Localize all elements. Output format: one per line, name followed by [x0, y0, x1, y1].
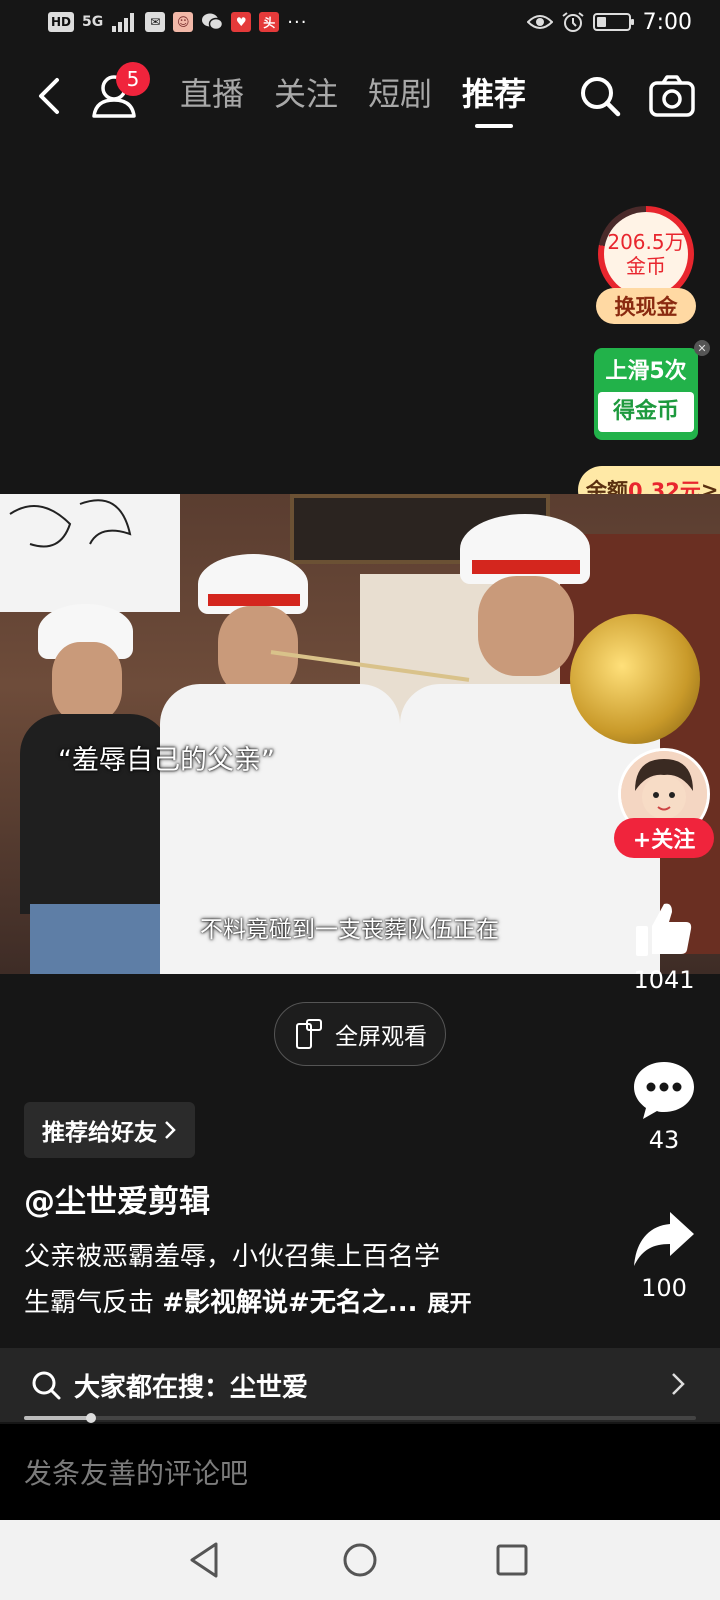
tab-bar: 直播 关注 短剧 推荐 [180, 72, 526, 116]
follow-button[interactable]: +关注 [614, 818, 714, 858]
battery-icon [592, 13, 634, 31]
description-line2: 生霸气反击 [24, 1288, 163, 1318]
swipe-task-line2: 得金币 [598, 392, 694, 432]
back-triangle-icon[interactable] [184, 1538, 228, 1582]
coin-amount: 206.5万 [607, 230, 685, 254]
like-action[interactable]: 1041 [618, 898, 710, 994]
playback-progress-bar[interactable] [24, 1413, 696, 1423]
more-notifications: ··· [287, 11, 308, 33]
alarm-icon [561, 12, 584, 32]
hd-icon: HD [48, 12, 75, 32]
phone-rotate-icon [296, 1019, 322, 1049]
like-icon[interactable] [632, 898, 696, 962]
recommend-label: 推荐给好友 [42, 1120, 157, 1146]
like-count: 1041 [633, 966, 695, 994]
status-right: 7:00 [526, 9, 692, 35]
share-action[interactable]: 100 [618, 1210, 710, 1302]
camera-icon[interactable] [648, 74, 696, 118]
trending-search-label: 大家都在搜：尘世爱 [74, 1372, 309, 1403]
description-line2-wrap: 生霸气反击 #影视解说#无名之... 展开 [24, 1280, 544, 1328]
video-player[interactable]: “羞辱自己的父亲” 不料竟碰到一支丧葬队伍正在 [0, 494, 720, 974]
author-name[interactable]: @尘世爱剪辑 [24, 1176, 210, 1221]
back-icon[interactable] [28, 74, 68, 118]
video-subtitle: 不料竟碰到一支丧葬队伍正在 [200, 917, 499, 943]
fullscreen-label: 全屏观看 [335, 1024, 427, 1050]
author-avatar-group[interactable]: +关注 [614, 748, 714, 858]
signal-label: 5G [82, 14, 104, 30]
eye-icon [526, 15, 553, 29]
photo-icon: ☺ [173, 12, 194, 32]
chevron-right-icon [672, 1373, 685, 1395]
toutiao-icon: 头 [259, 12, 280, 32]
hashtags[interactable]: #影视解说#无名之... [162, 1288, 417, 1318]
video-person-left [20, 604, 170, 974]
video-placard [0, 494, 180, 612]
coin-widget[interactable]: 206.5万 金币 换现金 [596, 206, 696, 326]
fullscreen-button[interactable]: 全屏观看 [274, 1002, 446, 1066]
comment-count: 43 [648, 1126, 680, 1154]
status-left: HD 5G ✉ ☺ ♥ 头 ··· [48, 12, 307, 33]
message-icon: ✉ [145, 12, 166, 32]
wechat-icon [202, 13, 224, 31]
app-icon: ♥ [231, 12, 252, 32]
home-circle-icon[interactable] [338, 1538, 382, 1582]
share-count: 100 [641, 1274, 687, 1302]
coin-unit: 金币 [626, 254, 666, 278]
comment-icon[interactable] [632, 1058, 696, 1122]
close-icon[interactable]: ✕ [694, 340, 710, 356]
top-nav: 5 直播 关注 短剧 推荐 [0, 58, 720, 134]
comment-action[interactable]: 43 [618, 1058, 710, 1154]
tab-following[interactable]: 关注 [274, 72, 338, 116]
search-icon [32, 1371, 61, 1400]
swipe-task-line1: 上滑5次 [605, 359, 687, 384]
expand-button[interactable]: 展开 [427, 1292, 471, 1317]
clock: 7:00 [642, 9, 692, 35]
swipe-task-widget[interactable]: ✕ 上滑5次 得金币 [594, 340, 710, 440]
recents-square-icon[interactable] [490, 1538, 534, 1582]
cash-out-button[interactable]: 换现金 [596, 288, 696, 324]
trending-search-bar[interactable]: 大家都在搜：尘世爱 [0, 1348, 720, 1422]
signal-icon [112, 13, 135, 32]
coin-info: 206.5万 金币 [604, 212, 688, 296]
comment-placeholder: 发条友善的评论吧 [24, 1457, 249, 1490]
system-nav-bar [0, 1520, 720, 1600]
comment-input[interactable]: 发条友善的评论吧 [0, 1424, 720, 1520]
search-icon[interactable] [578, 74, 622, 118]
status-bar: HD 5G ✉ ☺ ♥ 头 ··· 7:00 [0, 0, 720, 44]
tab-live[interactable]: 直播 [180, 72, 244, 116]
description-line1: 父亲被恶霸羞辱，小伙召集上百名学 [24, 1242, 441, 1272]
video-description: 父亲被恶霸羞辱，小伙召集上百名学 生霸气反击 #影视解说#无名之... 展开 [24, 1234, 544, 1328]
tab-short-drama[interactable]: 短剧 [368, 72, 432, 116]
notification-badge[interactable]: 5 [116, 62, 150, 96]
tab-recommend[interactable]: 推荐 [462, 72, 526, 116]
chevron-right-icon [165, 1121, 176, 1139]
recommend-to-friend-button[interactable]: 推荐给好友 [24, 1102, 195, 1158]
video-caption-quote: “羞辱自己的父亲” [58, 745, 275, 776]
share-icon[interactable] [632, 1210, 696, 1270]
playback-progress-fill [24, 1416, 92, 1420]
